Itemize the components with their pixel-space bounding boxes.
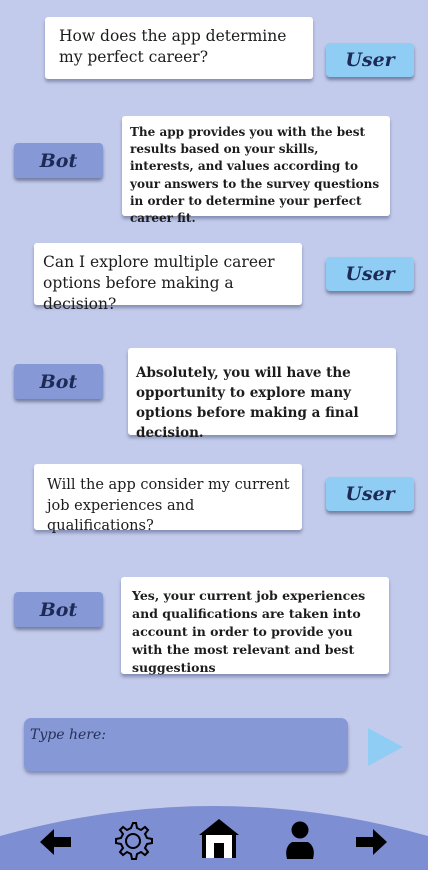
person-icon[interactable] (284, 821, 316, 859)
message-input[interactable]: Type here: (24, 718, 348, 771)
message-text: Will the app consider my current job exp… (47, 477, 290, 534)
send-button[interactable] (366, 727, 404, 767)
bot-message: Absolutely, you will have the opportunit… (128, 348, 396, 441)
forward-arrow-icon[interactable] (356, 827, 388, 857)
message-text: The app provides you with the best resul… (130, 125, 380, 226)
bot-label: Bot (14, 592, 103, 627)
user-label: User (326, 43, 414, 77)
input-placeholder: Type here: (30, 727, 106, 743)
message-text: Yes, your current job experiences and qu… (132, 588, 366, 675)
user-label: User (326, 477, 414, 511)
home-icon[interactable] (198, 818, 240, 858)
bot-label: Bot (14, 364, 103, 399)
user-message: Will the app consider my current job exp… (34, 464, 302, 534)
message-text: Absolutely, you will have the opportunit… (136, 365, 359, 441)
bot-message: The app provides you with the best resul… (122, 116, 390, 225)
message-text: Can I explore multiple career options be… (43, 253, 275, 313)
gear-icon[interactable] (112, 820, 154, 862)
user-label: User (326, 257, 414, 291)
bot-label: Bot (14, 143, 103, 178)
user-message: How does the app determine my perfect ca… (45, 17, 313, 79)
back-arrow-icon[interactable] (40, 827, 72, 857)
send-icon (368, 728, 403, 766)
user-message: Can I explore multiple career options be… (34, 243, 302, 313)
bot-message: Yes, your current job experiences and qu… (121, 577, 389, 675)
message-text: How does the app determine my perfect ca… (59, 27, 287, 66)
